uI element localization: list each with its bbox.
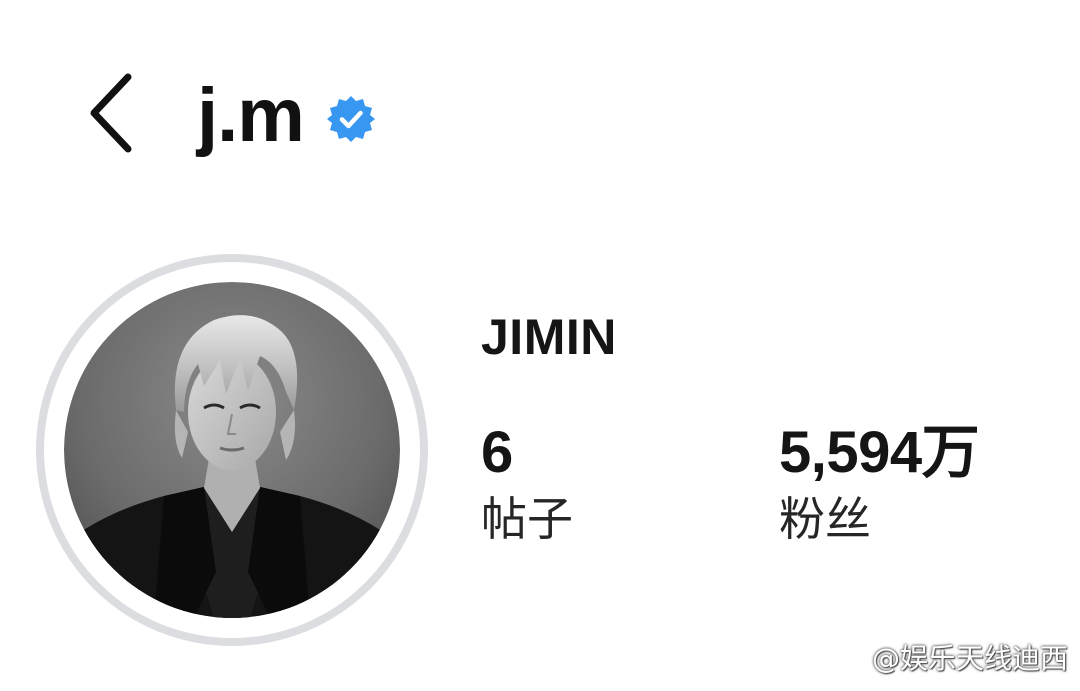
followers-stat[interactable]: 5,594万 粉丝 bbox=[779, 420, 980, 546]
username-row: j.m bbox=[197, 66, 376, 166]
back-button[interactable] bbox=[70, 58, 150, 168]
avatar-ring[interactable] bbox=[36, 254, 428, 646]
username: j.m bbox=[197, 73, 305, 158]
watermark: @娱乐天线迪西 bbox=[824, 637, 1068, 677]
posts-label: 帖子 bbox=[481, 492, 573, 546]
display-name: JIMIN bbox=[481, 309, 617, 365]
verified-badge-icon bbox=[326, 96, 375, 142]
profile-photo[interactable] bbox=[64, 282, 400, 618]
avatar-gap bbox=[44, 262, 420, 638]
weibo-logo-icon bbox=[825, 640, 868, 673]
watermark-text: @娱乐天线迪西 bbox=[871, 642, 1068, 675]
followers-label: 粉丝 bbox=[779, 492, 871, 546]
posts-count: 6 bbox=[481, 420, 513, 485]
header-bar: j.m bbox=[0, 0, 1080, 230]
chevron-left-icon bbox=[90, 73, 132, 153]
posts-stat[interactable]: 6 帖子 bbox=[481, 420, 573, 546]
followers-count: 5,594万 bbox=[779, 420, 980, 485]
profile-screen: j.m JIMIN 6 帖子 5,594万 粉丝 @娱乐天线迪西 bbox=[0, 0, 1080, 691]
